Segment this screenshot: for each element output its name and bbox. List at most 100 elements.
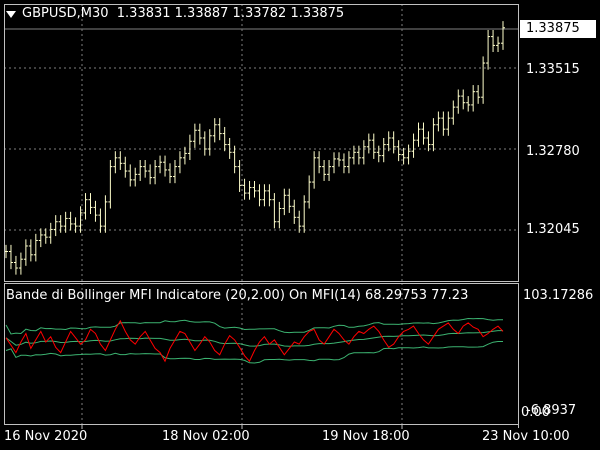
price-bar (192, 123, 197, 148)
price-bar (496, 36, 501, 53)
price-bar (247, 180, 252, 200)
price-bar (416, 122, 421, 147)
price-bar (133, 167, 138, 187)
price-bar (307, 175, 312, 209)
price-bar (222, 126, 227, 152)
mfi-line (5, 319, 504, 363)
price-bar (212, 118, 217, 143)
chart-title: GBPUSD,M30 1.33831 1.33887 1.33782 1.338… (22, 6, 344, 21)
bollinger-upper-band (5, 317, 503, 335)
price-bar (23, 239, 28, 266)
time-tick: 23 Nov 10:00 (482, 429, 570, 444)
price-bar (38, 228, 43, 248)
price-bar (53, 215, 58, 237)
price-bar (163, 155, 168, 177)
price-bar (123, 156, 128, 178)
price-bar (197, 123, 202, 145)
price-bar (436, 111, 441, 132)
indicator-lines[interactable] (5, 317, 504, 364)
price-bar (302, 195, 307, 233)
price-bar (371, 133, 376, 159)
price-bar (411, 133, 416, 158)
price-bar (48, 222, 53, 244)
price-bar (287, 188, 292, 213)
price-bar (237, 160, 242, 192)
chart-frame (4, 4, 519, 429)
price-bar (282, 188, 287, 216)
price-bar (386, 131, 391, 152)
price-bar (366, 133, 371, 154)
indicator-title: Bande di Bollinger MFI Indicatore (20,2.… (6, 288, 469, 303)
price-bar (33, 233, 38, 262)
price-bar (406, 144, 411, 165)
price-bar (501, 21, 505, 50)
time-tick: 19 Nov 18:00 (322, 429, 410, 444)
price-tick: 1.32045 (526, 222, 580, 237)
price-bar (446, 111, 451, 136)
price-bar (153, 160, 158, 185)
price-bar (456, 89, 461, 114)
price-bar (451, 100, 456, 125)
price-bar (312, 151, 317, 189)
price-bar (396, 140, 401, 162)
price-bar (426, 131, 431, 152)
price-bar (177, 151, 182, 174)
price-bar (28, 239, 33, 262)
price-tick: 1.33515 (526, 62, 580, 77)
price-bar (103, 195, 108, 233)
price-bar (207, 129, 212, 156)
price-bar (481, 56, 486, 104)
indicator-axis-zero: 0.00 (521, 405, 550, 420)
time-tick: 18 Nov 02:00 (162, 429, 250, 444)
price-bar (322, 160, 327, 181)
price-bar (491, 29, 496, 53)
price-bar (128, 164, 133, 187)
price-bar (272, 193, 277, 229)
chart-canvas[interactable] (0, 0, 600, 450)
price-bar (182, 146, 187, 165)
price-bar (138, 160, 143, 181)
price-bar (327, 160, 332, 181)
price-bar (18, 252, 23, 275)
price-bar (262, 184, 267, 207)
price-bar (98, 208, 103, 233)
price-bar (277, 201, 282, 229)
price-bar (297, 210, 302, 233)
current-price-label: 1.33875 (520, 20, 596, 38)
price-bar (471, 85, 476, 112)
price-bar (336, 152, 341, 167)
price-bars[interactable] (4, 21, 505, 275)
dropdown-arrow-icon[interactable] (6, 11, 16, 18)
symbol-label: GBPUSD,M30 (22, 6, 109, 21)
price-bar (227, 137, 232, 159)
price-bar (43, 228, 48, 244)
price-bar (381, 137, 386, 163)
price-bar (346, 151, 351, 174)
price-bar (252, 180, 257, 198)
price-bar (108, 160, 113, 209)
price-bar (461, 89, 466, 110)
price-bar (441, 111, 446, 136)
price-bar (257, 184, 262, 207)
price-bar (93, 200, 98, 222)
price-bar (421, 122, 426, 145)
price-bar (232, 145, 237, 174)
price-bar (217, 118, 222, 141)
price-bar (83, 193, 88, 220)
price-bar (486, 29, 491, 70)
time-tick: 16 Nov 2020 (4, 429, 88, 444)
price-bar (113, 151, 118, 174)
price-bar (143, 160, 148, 178)
price-bar (158, 155, 163, 174)
price-bar (8, 244, 13, 270)
price-bar (172, 160, 177, 184)
price-bar (68, 211, 73, 231)
price-bar (168, 163, 173, 184)
ohlc-values: 1.33831 1.33887 1.33782 1.33875 (116, 6, 345, 21)
price-bar (466, 96, 471, 112)
price-bar (242, 178, 247, 200)
price-bar (476, 85, 481, 104)
price-bar (332, 152, 337, 174)
price-bar (148, 164, 153, 185)
price-bar (202, 131, 207, 156)
